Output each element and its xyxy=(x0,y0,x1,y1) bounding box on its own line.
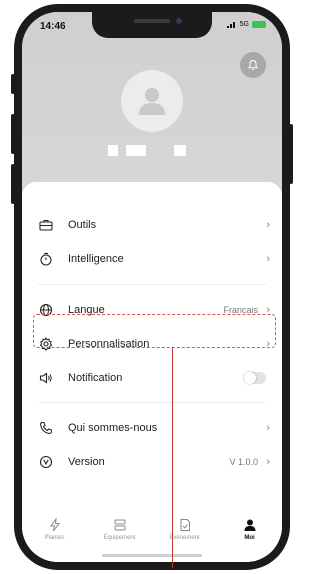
tab-moi[interactable]: Moi xyxy=(224,518,276,541)
chevron-right-icon: › xyxy=(266,253,270,265)
tab-label: Moi xyxy=(244,535,255,541)
person-icon xyxy=(244,519,255,531)
signal-icon xyxy=(226,22,235,28)
menu-item-intelligence[interactable]: Intelligence › xyxy=(22,242,282,276)
personnalisation-highlight-box xyxy=(33,314,276,348)
home-indicator xyxy=(102,554,202,557)
document-icon xyxy=(180,519,190,531)
username-redacted xyxy=(108,145,186,156)
menu-item-notification: Notification xyxy=(22,361,282,395)
bell-button[interactable] xyxy=(240,52,266,78)
bolt-icon xyxy=(49,518,60,532)
bell-icon xyxy=(247,59,259,70)
divider xyxy=(38,402,266,403)
volume-down-button xyxy=(11,164,15,204)
version-value: V 1.0.0 xyxy=(229,457,258,467)
settings-card: Outils › Intelligence › Langue Francais … xyxy=(22,182,282,562)
status-indicators: 5G xyxy=(226,21,266,28)
version-icon xyxy=(38,454,54,470)
status-time: 14:46 xyxy=(40,21,66,32)
screen: 14:46 5G Outils › Intelligence › Langue … xyxy=(22,12,282,562)
tab-label: Plantes xyxy=(44,535,65,541)
device-icon xyxy=(114,519,125,531)
menu-item-label: Notification xyxy=(68,372,123,384)
speaker xyxy=(134,19,170,23)
user-icon xyxy=(139,88,165,115)
chevron-right-icon: › xyxy=(266,422,270,434)
phone-icon xyxy=(38,420,54,436)
chevron-right-icon: › xyxy=(266,219,270,231)
menu-item-outils[interactable]: Outils › xyxy=(22,208,282,242)
menu-item-qui-sommes-nous[interactable]: Qui sommes-nous › xyxy=(22,411,282,445)
speaker-icon xyxy=(38,370,54,386)
tab-evenement[interactable]: Événement xyxy=(159,518,211,541)
redacted-block xyxy=(126,145,146,156)
battery-icon xyxy=(252,21,266,28)
network-label: 5G xyxy=(239,21,249,28)
menu-item-label: Outils xyxy=(68,219,97,231)
menu-item-label: Qui sommes-nous xyxy=(68,422,158,434)
tab-label: Événement xyxy=(169,535,200,541)
tab-equipement[interactable]: Équipement xyxy=(94,518,146,541)
notch xyxy=(92,12,212,38)
chevron-right-icon: › xyxy=(266,456,270,468)
menu-item-version[interactable]: Version V 1.0.0 › xyxy=(22,445,282,479)
redacted-block xyxy=(174,145,186,156)
tab-plantes[interactable]: Plantes xyxy=(29,518,81,541)
menu-item-label: Version xyxy=(68,456,105,468)
avatar[interactable] xyxy=(121,70,183,132)
divider xyxy=(38,284,266,285)
tab-label: Équipement xyxy=(103,535,136,541)
volume-up-button xyxy=(11,114,15,154)
mute-switch xyxy=(11,74,15,94)
menu-item-label: Intelligence xyxy=(68,253,124,265)
notification-toggle[interactable] xyxy=(244,372,266,384)
timer-icon xyxy=(38,251,54,267)
power-button xyxy=(289,124,293,184)
camera xyxy=(176,18,182,24)
toolbox-icon xyxy=(38,217,54,233)
annotation-pointer-line xyxy=(172,348,173,568)
redacted-block xyxy=(108,145,118,156)
